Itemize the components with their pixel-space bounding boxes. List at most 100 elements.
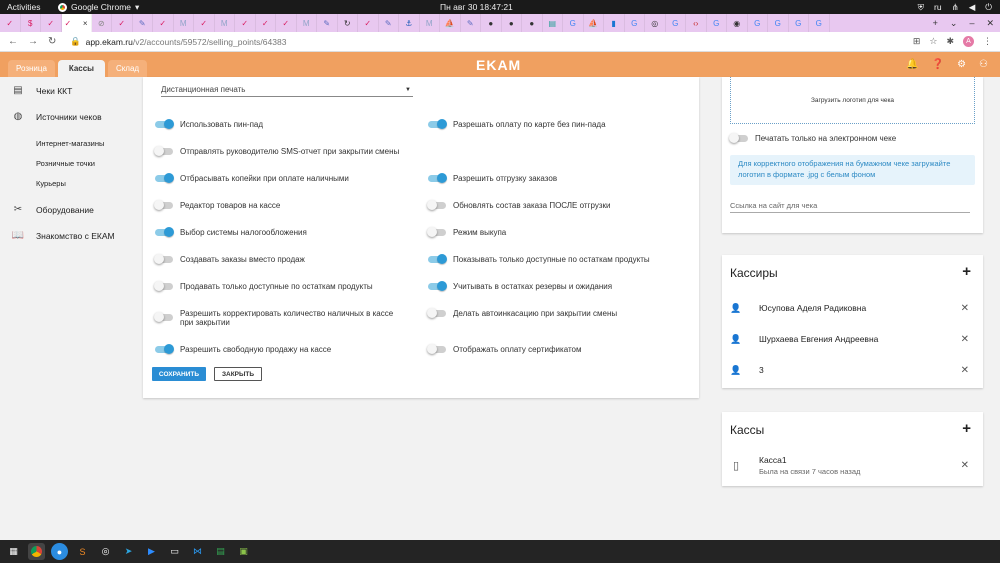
terminal-icon[interactable]: ▭ — [166, 543, 183, 560]
browser-tab[interactable]: ✓ — [358, 14, 379, 32]
browser-tab[interactable]: ● — [481, 14, 502, 32]
remove-icon[interactable]: ✕ — [961, 460, 969, 471]
system-tray[interactable]: ⛨ ru ⋔ ◀ ⏻ — [918, 2, 992, 13]
clock[interactable]: Пн авг 30 18:47:21 — [440, 2, 513, 12]
browser-tab[interactable]: M — [215, 14, 235, 32]
browser-tab[interactable]: ◎ — [645, 14, 666, 32]
minimize-icon[interactable]: – — [969, 18, 974, 29]
browser-tab[interactable]: G — [666, 14, 686, 32]
remove-icon[interactable]: ✕ — [961, 303, 969, 314]
sidebar-subitem-online-stores[interactable]: Интернет-магазины — [36, 139, 104, 148]
toggle-switch[interactable] — [427, 308, 446, 318]
forward-icon[interactable]: → — [28, 36, 38, 47]
toggle-switch[interactable] — [154, 281, 173, 291]
toggle-switch[interactable] — [428, 173, 447, 183]
url-field[interactable]: 🔒 app.ekam.ru/v2/accounts/59572/selling_… — [70, 36, 286, 47]
browser-tab[interactable]: G — [789, 14, 809, 32]
browser-tab[interactable]: G — [768, 14, 789, 32]
chrome-icon[interactable] — [28, 543, 45, 560]
sublime-icon[interactable]: S — [74, 543, 91, 560]
toggle-switch[interactable] — [155, 173, 174, 183]
browser-tab[interactable]: G — [707, 14, 727, 32]
extensions-icon[interactable]: ✱ — [946, 36, 954, 47]
sidebar-subitem-retail-points[interactable]: Розничные точки — [36, 159, 95, 168]
toggle-switch[interactable] — [155, 344, 174, 354]
zoom-icon[interactable]: ▶ — [143, 543, 160, 560]
toggle-switch[interactable] — [428, 281, 447, 291]
activities-button[interactable]: Activities — [0, 2, 58, 12]
browser-tab[interactable]: ⚓ — [399, 14, 420, 32]
archive-icon[interactable]: ▣ — [235, 543, 252, 560]
logo-upload-area[interactable]: Загрузить логотип для чека — [730, 77, 975, 124]
toggle-switch[interactable] — [427, 200, 446, 210]
sidebar-item-intro[interactable]: 📖 Знакомство с ЕКАМ — [12, 230, 115, 241]
sidebar-item-sources[interactable]: ◍ Источники чеков — [12, 111, 102, 122]
tab-retail[interactable]: Розница — [8, 60, 55, 77]
vscode-icon[interactable]: ⋈ — [189, 543, 206, 560]
browser-tab[interactable]: ◉ — [727, 14, 748, 32]
browser-tab[interactable]: ✓ — [276, 14, 297, 32]
browser-tab[interactable]: ✓ — [235, 14, 256, 32]
browser-tab[interactable]: M — [174, 14, 194, 32]
toggle-switch[interactable] — [154, 254, 173, 264]
browser-tab[interactable]: ✎ — [379, 14, 399, 32]
back-icon[interactable]: ← — [8, 36, 18, 47]
help-icon[interactable]: ❓ — [932, 59, 944, 70]
tab-registers[interactable]: Кассы — [57, 60, 105, 77]
browser-tab[interactable]: ✓ — [194, 14, 215, 32]
language-indicator[interactable]: ru — [934, 2, 942, 12]
receipt-site-input[interactable]: Ссылка на сайт для чека — [730, 201, 970, 213]
profile-avatar[interactable]: A — [963, 36, 974, 47]
remove-icon[interactable]: ✕ — [961, 365, 969, 376]
remove-icon[interactable]: ✕ — [961, 334, 969, 345]
browser-tab[interactable]: ⊘ — [92, 14, 112, 32]
toggle-switch[interactable] — [427, 344, 446, 354]
sidebar-item-receipts[interactable]: ▤ Чеки ККТ — [12, 85, 72, 96]
browser-tab[interactable]: ▤ — [543, 14, 563, 32]
messenger-icon[interactable]: ● — [51, 543, 68, 560]
close-icon[interactable]: × — [83, 19, 88, 28]
browser-tab[interactable]: ↻ — [338, 14, 358, 32]
user-settings-icon[interactable]: ⚇ — [979, 59, 988, 70]
browser-tab[interactable]: ● — [502, 14, 522, 32]
browser-tab[interactable]: ✓ — [256, 14, 276, 32]
save-button[interactable]: СОХРАНИТЬ — [152, 367, 206, 381]
app-logo[interactable]: EKAM — [476, 57, 521, 73]
sidebar-item-equipment[interactable]: ✂ Оборудование — [12, 204, 94, 215]
browser-tab[interactable]: ▮ — [604, 14, 625, 32]
print-mode-select[interactable]: Дистанционная печать ▼ — [161, 83, 413, 97]
toggle-switch[interactable] — [428, 254, 447, 264]
translate-icon[interactable]: ⊞ — [913, 36, 921, 47]
disk-icon[interactable]: ◎ — [97, 543, 114, 560]
toggle-switch[interactable] — [155, 119, 174, 129]
close-button[interactable]: ЗАКРЫТЬ — [214, 367, 262, 381]
tab-warehouse[interactable]: Склад — [107, 60, 148, 77]
browser-tab[interactable]: ● — [522, 14, 543, 32]
menu-icon[interactable]: ⋮ — [983, 36, 992, 47]
star-icon[interactable]: ☆ — [929, 36, 937, 47]
browser-tab[interactable]: G — [625, 14, 645, 32]
toggle-switch[interactable] — [428, 119, 447, 129]
add-register-button[interactable]: + — [962, 420, 971, 437]
browser-tab[interactable]: ‹› — [686, 14, 707, 32]
browser-tab-active[interactable]: ✓ × — [61, 14, 92, 32]
browser-tab[interactable]: ⛵ — [440, 14, 461, 32]
browser-tab[interactable]: ✓ — [112, 14, 133, 32]
close-icon[interactable]: ✕ — [986, 18, 994, 29]
browser-tab[interactable]: ⛵ — [584, 14, 604, 32]
sidebar-subitem-couriers[interactable]: Курьеры — [36, 179, 66, 188]
browser-tab[interactable]: ✓ — [153, 14, 174, 32]
browser-tab[interactable]: ✓ — [41, 14, 62, 32]
toggle-switch[interactable] — [154, 312, 173, 322]
add-cashier-button[interactable]: + — [962, 263, 971, 280]
reload-icon[interactable]: ↻ — [48, 36, 56, 47]
browser-tab[interactable]: G — [809, 14, 830, 32]
browser-tab[interactable]: M — [420, 14, 440, 32]
tab-search-icon[interactable]: ⌄ — [950, 18, 958, 29]
toggle-switch[interactable] — [729, 133, 748, 143]
app-menu[interactable]: Google Chrome ▾ — [58, 2, 139, 13]
browser-tab[interactable]: ✎ — [133, 14, 153, 32]
gear-icon[interactable]: ⚙ — [957, 59, 966, 70]
new-tab-button[interactable]: + — [933, 18, 938, 29]
telegram-icon[interactable]: ➤ — [120, 543, 137, 560]
